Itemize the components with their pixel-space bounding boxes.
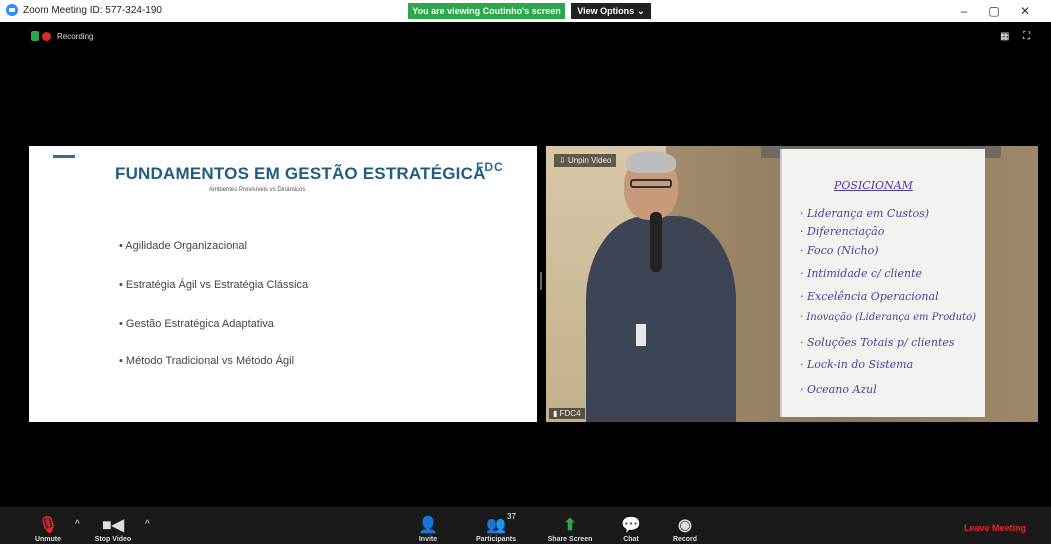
participants-icon: 👥 (486, 517, 506, 534)
unpin-video-label: Unpin Video (567, 156, 612, 165)
flipchart-line: · Inovação (Liderança em Produto) (800, 312, 977, 323)
unmute-label: Unmute (34, 536, 62, 543)
slide-bullet: • Estratégia Ágil vs Estratégia Clássica (119, 279, 309, 291)
video-options-caret[interactable]: ^ (145, 519, 150, 530)
flipchart-line: · Diferenciação (800, 225, 885, 238)
view-options-label: View Options (577, 6, 635, 16)
recording-indicator: Recording (30, 32, 93, 41)
slide-title: FUNDAMENTOS EM GESTÃO ESTRATÉGICA (115, 164, 486, 183)
share-screen-button[interactable]: ⬆ Share Screen (540, 507, 600, 544)
close-button[interactable]: ✕ (1016, 3, 1034, 19)
chevron-down-icon: ⌄ (637, 5, 645, 16)
flipchart-line: · Oceano Azul (800, 383, 877, 396)
share-screen-label: Share Screen (547, 536, 593, 543)
record-label: Record (672, 536, 698, 543)
flipchart-line: · Intimidade c/ cliente (800, 267, 923, 280)
recording-dot-icon (42, 32, 51, 41)
restore-button[interactable]: ▢ (985, 3, 1003, 19)
microphone-muted-icon: 🎙 (37, 517, 59, 534)
video-camera-icon: ■◀ (102, 517, 124, 534)
view-options-button[interactable]: View Options ⌄ (571, 3, 651, 19)
slide-accent-bar (53, 155, 75, 158)
participants-label: Participants (475, 536, 517, 543)
slide-bullet: • Agilidade Organizacional (119, 240, 247, 252)
audio-options-caret[interactable]: ^ (75, 519, 80, 530)
share-banner: You are viewing Coutinho's screen (408, 3, 565, 19)
speaker-glasses (630, 179, 672, 188)
flipchart-line: · Lock-in do Sistema (800, 358, 914, 371)
invite-button[interactable]: 👤 Invite (410, 507, 446, 544)
window-title: Zoom Meeting ID: 577-324-190 (6, 4, 162, 16)
fullscreen-icon[interactable]: ⛶ (1023, 31, 1030, 42)
title-bar: Zoom Meeting ID: 577-324-190 You are vie… (0, 0, 1051, 22)
split-divider-handle[interactable] (540, 272, 542, 290)
slide-bullet: • Gestão Estratégica Adaptativa (119, 318, 274, 330)
slide-subtitle: Ambientes Previsíveis vs Dinâmicos (209, 187, 306, 193)
participant-count-badge: 37 (507, 512, 516, 521)
signal-strength-icon: ▮ (553, 409, 558, 418)
chat-label: Chat (623, 536, 639, 543)
unpin-video-button[interactable]: ⇩ Unpin Video (554, 154, 617, 167)
flipchart-line: · Excelência Operacional (800, 290, 939, 303)
lanyard-badge (636, 324, 646, 346)
meeting-toolbar: 🎙 Unmute ^ ■◀ Stop Video ^ 👤 Invite 👥 Pa… (0, 507, 1051, 544)
stop-video-button[interactable]: ■◀ Stop Video (90, 507, 136, 544)
flipchart-line: · Soluções Totais p/ clientes (800, 336, 955, 349)
record-button[interactable]: ◉ Record (668, 507, 702, 544)
gallery-view-icon[interactable]: ▦ (1000, 31, 1009, 42)
invite-label: Invite (418, 536, 438, 543)
unmute-button[interactable]: 🎙 Unmute (30, 507, 66, 544)
chat-bubble-icon: 💬 (621, 517, 641, 534)
fdc-logo: FDC (476, 160, 504, 174)
pin-icon: ⇩ (559, 156, 566, 165)
shared-screen-slide: FUNDAMENTOS EM GESTÃO ESTRATÉGICA Ambien… (29, 146, 537, 422)
chat-button[interactable]: 💬 Chat (614, 507, 648, 544)
slide-bullet: • Método Tradicional vs Método Ágil (119, 355, 295, 367)
recording-label: Recording (57, 32, 94, 41)
stop-video-label: Stop Video (94, 536, 132, 543)
share-screen-icon: ⬆ (563, 517, 577, 534)
flipchart-line: POSICIONAM (834, 179, 913, 192)
speaker-video: POSICIONAM · Liderança em Custos) · Dife… (546, 146, 1038, 422)
flipchart-line: · Liderança em Custos) (800, 207, 930, 220)
leave-meeting-button[interactable]: Leave Meeting (964, 523, 1026, 533)
participant-name: FDC4 (559, 409, 581, 418)
record-icon: ◉ (678, 517, 692, 534)
participant-name-tag: ▮ FDC4 (549, 408, 585, 419)
speaker-hair (626, 151, 676, 173)
flipchart: POSICIONAM · Liderança em Custos) · Dife… (780, 149, 985, 417)
add-user-icon: 👤 (418, 517, 438, 534)
meeting-id-label: Zoom Meeting ID: 577-324-190 (23, 4, 162, 16)
minimize-button[interactable]: – (955, 3, 973, 19)
flipchart-line: · Foco (Nicho) (800, 244, 879, 257)
zoom-logo-icon (6, 4, 18, 16)
microphone (650, 212, 662, 272)
